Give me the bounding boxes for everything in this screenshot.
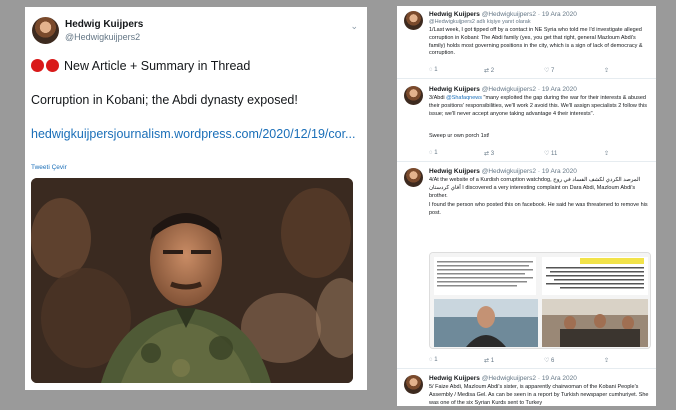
headline-text: New Article + Summary in Thread xyxy=(64,59,251,73)
reply-to-label: @Hedwigkuijpers2 adlı kişiye yanıt olara… xyxy=(429,19,531,25)
thread-tweet-2[interactable]: Hedwig Kuijpers @Hedwigkuijpers2 · 19 Ar… xyxy=(397,80,656,162)
share-icon[interactable]: ⇪ xyxy=(604,357,609,364)
tweet-body: 4/At the website of a Kurdish corruption… xyxy=(429,177,641,199)
tweet-author[interactable]: Hedwig Kuijpers @Hedwigkuijpers2 · 19 Ar… xyxy=(429,168,577,175)
like-icon[interactable]: ♡ 11 xyxy=(544,150,557,157)
reply-icon[interactable]: ◌ 1 xyxy=(429,150,438,156)
thread-card: Hedwig Kuijpers @Hedwigkuijpers2 · 19 Ar… xyxy=(397,6,656,406)
avatar[interactable] xyxy=(404,11,423,30)
tweet-title: Corruption in Kobani; the Abdi dynasty e… xyxy=(31,93,298,107)
avatar[interactable] xyxy=(404,168,423,187)
thread-tweet-1[interactable]: Hedwig Kuijpers @Hedwigkuijpers2 · 19 Ar… xyxy=(397,6,656,79)
avatar[interactable] xyxy=(32,17,59,44)
tweet-body-extra: Sweep ur own porch 1st! xyxy=(429,133,490,139)
tweet-headline: New Article + Summary in Thread xyxy=(31,59,250,75)
tweet-author[interactable]: Hedwig Kuijpers @Hedwigkuijpers2 · 19 Ar… xyxy=(429,86,577,93)
tweet-photo[interactable] xyxy=(31,178,353,383)
translate-tweet-link[interactable]: Tweeti Çevir xyxy=(31,164,67,171)
share-icon[interactable]: ⇪ xyxy=(604,150,609,157)
avatar[interactable] xyxy=(404,375,423,394)
tweet-author[interactable]: Hedwig Kuijpers @Hedwigkuijpers2 · 19 Ar… xyxy=(429,375,577,382)
mention-link[interactable]: @Shafaqnews xyxy=(446,95,482,101)
tweet-attachment-image[interactable] xyxy=(429,252,651,349)
like-icon[interactable]: ♡ 7 xyxy=(544,67,554,74)
retweet-icon[interactable]: ⇄ 1 xyxy=(484,357,494,364)
tweet-actions: ◌ 1 ⇄ 3 ♡ 11 ⇪ xyxy=(429,150,649,159)
photo-illustration xyxy=(31,178,353,383)
tweet-body: 5/ Faize Abdi, Mazloum Abdi's sister, is… xyxy=(429,384,649,406)
avatar[interactable] xyxy=(404,86,423,105)
main-tweet-card: Hedwig Kuijpers @Hedwigkuijpers2 ⌄ New A… xyxy=(25,7,367,390)
author-name[interactable]: Hedwig Kuijpers xyxy=(65,19,143,30)
chevron-down-icon[interactable]: ⌄ xyxy=(350,21,358,32)
reply-icon[interactable]: ◌ 1 xyxy=(429,67,438,73)
document-screenshot-illustration xyxy=(430,253,650,348)
tweet-actions: ◌ 1 ⇄ 2 ♡ 7 ⇪ xyxy=(429,67,649,76)
red-circle-icon xyxy=(31,59,61,75)
tweet-body: 1/Last week, I got tipped off by a conta… xyxy=(429,27,643,57)
retweet-icon[interactable]: ⇄ 3 xyxy=(484,150,494,157)
author-handle[interactable]: @Hedwigkuijpers2 xyxy=(65,32,140,42)
thread-tweet-4[interactable]: Hedwig Kuijpers @Hedwigkuijpers2 · 19 Ar… xyxy=(397,370,656,406)
share-icon[interactable]: ⇪ xyxy=(604,67,609,74)
tweet-actions: ◌ 1 ⇄ 1 ♡ 6 ⇪ xyxy=(429,357,649,366)
tweet-author[interactable]: Hedwig Kuijpers @Hedwigkuijpers2 · 19 Ar… xyxy=(429,11,577,18)
article-link[interactable]: hedwigkuijpersjournalism.wordpress.com/2… xyxy=(31,126,361,143)
reply-icon[interactable]: ◌ 1 xyxy=(429,357,438,363)
tweet-body: 3/Abdi @Shafaqnews "many exploited the g… xyxy=(429,95,647,117)
tweet-body-extra: I found the person who posted this on fa… xyxy=(429,202,648,216)
like-icon[interactable]: ♡ 6 xyxy=(544,357,554,364)
retweet-icon[interactable]: ⇄ 2 xyxy=(484,67,494,74)
